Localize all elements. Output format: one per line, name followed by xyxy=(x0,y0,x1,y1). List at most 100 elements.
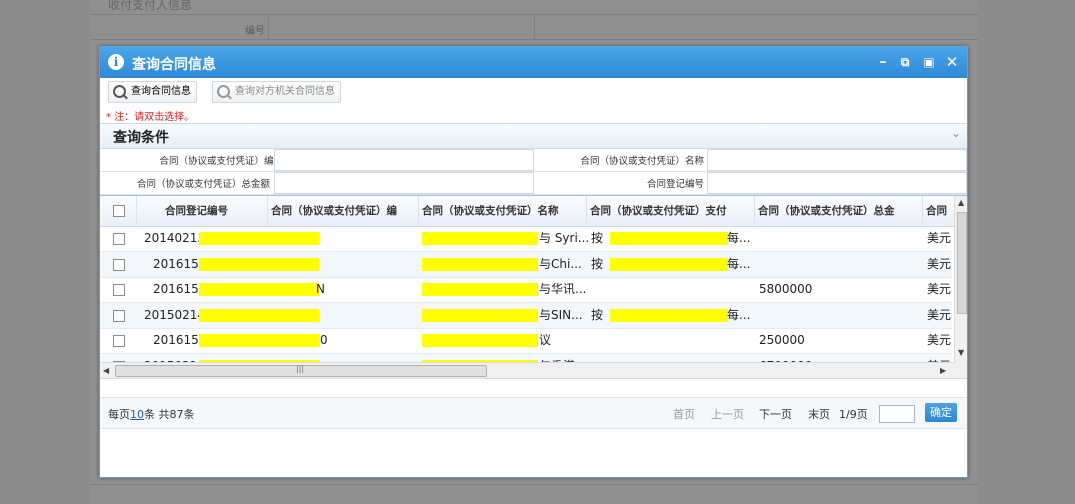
page-size-info: 每页10条 共87条 xyxy=(108,406,195,422)
conditions-header[interactable]: 查询条件 ⌄ xyxy=(100,123,967,149)
contract-no-input[interactable] xyxy=(274,149,534,171)
table-row[interactable]: 2016150 与Chi... 按每... 美元 xyxy=(100,251,952,278)
restore-icon[interactable]: ⧉ xyxy=(896,53,914,71)
payment-tail-cell xyxy=(724,328,756,353)
table-row[interactable]: 20140213 与 Syri... 按每... 美元 xyxy=(100,226,952,252)
vertical-scrollbar[interactable]: ▲ ▼ xyxy=(954,196,967,378)
total-amount-cell xyxy=(756,252,922,277)
redaction-block xyxy=(199,232,319,245)
page-indicator: 1/9页 xyxy=(839,408,868,421)
confirm-button[interactable]: 确定 xyxy=(925,403,957,422)
page-size-link[interactable]: 10 xyxy=(130,408,144,421)
prev-page-button[interactable]: 上一页 xyxy=(711,406,744,422)
table-row[interactable]: 20150214 与SIN... 按每... 美元 xyxy=(100,302,952,329)
total-count: 条 共87条 xyxy=(144,408,195,421)
query-contract-button[interactable]: 查询合同信息 xyxy=(108,81,197,103)
next-page-button[interactable]: 下一页 xyxy=(759,406,792,422)
column-header-payment[interactable]: 合同（协议或支付凭证）支付 xyxy=(587,196,755,226)
select-all-cell xyxy=(100,196,137,226)
background-field-divider xyxy=(268,15,269,39)
maximize-icon[interactable]: ▣ xyxy=(920,53,938,71)
contract-no-cell xyxy=(317,303,357,328)
close-icon[interactable]: ✕ xyxy=(943,53,961,71)
scroll-right-arrow-icon[interactable]: ▶ xyxy=(940,366,946,375)
background-section-title: 收付支付人信息 xyxy=(108,0,193,12)
registration-no-input[interactable] xyxy=(707,172,967,194)
currency-cell: 美元 xyxy=(927,307,952,322)
column-header-registration-no[interactable]: 合同登记编号 xyxy=(137,196,268,226)
redaction-block xyxy=(422,232,538,245)
row-checkbox[interactable] xyxy=(113,309,125,322)
query-counterparty-button[interactable]: 查询对方机关合同信息 xyxy=(212,81,341,103)
row-checkbox[interactable] xyxy=(113,284,125,296)
contract-name-label: 合同（协议或支付凭证）名称 xyxy=(580,156,704,167)
payment-tail-cell xyxy=(724,277,756,302)
contract-name-cell: 议 xyxy=(539,333,552,347)
background-row: 编号 xyxy=(90,15,978,40)
currency-cell: 美元 xyxy=(927,333,952,347)
row-checkbox[interactable] xyxy=(113,233,125,245)
minimize-icon[interactable]: – xyxy=(874,53,892,71)
last-page-button[interactable]: 末页 xyxy=(808,406,830,422)
dialog-title: 查询合同信息 xyxy=(132,57,216,73)
row-checkbox[interactable] xyxy=(113,335,125,347)
row-checkbox[interactable] xyxy=(113,258,125,271)
first-page-button[interactable]: 首页 xyxy=(673,406,695,422)
query-contract-label: 查询合同信息 xyxy=(131,86,191,97)
table-row[interactable]: 2016150 N 与华讯... 5800000 美元 xyxy=(100,277,952,303)
query-counterparty-label: 查询对方机关合同信息 xyxy=(235,86,335,97)
contract-name-cell: 与 Syri... xyxy=(539,231,588,245)
contract-name-cell: 与SIN... xyxy=(539,307,583,322)
condition-row: 合同（协议或支付凭证）编号 合同（协议或支付凭证）名称 xyxy=(100,148,967,172)
vertical-scroll-thumb[interactable] xyxy=(957,212,967,314)
contract-name-cell: 与华讯... xyxy=(539,282,587,296)
column-header-total-amount[interactable]: 合同（协议或支付凭证）总金 xyxy=(755,196,923,226)
condition-row: 合同（协议或支付凭证）总金额 合同登记编号 xyxy=(100,171,967,195)
contract-no-label: 合同（协议或支付凭证）编号 xyxy=(159,156,283,167)
double-click-note: * 注：请双击选择。 xyxy=(106,112,195,123)
column-header-contract-no[interactable]: 合同（协议或支付凭证）编 xyxy=(268,196,419,226)
currency-cell: 美元 xyxy=(927,231,952,245)
contract-name-cell: 与Chi... xyxy=(539,256,582,271)
payment-tail-cell: 每... xyxy=(727,307,751,322)
registration-no-label: 合同登记编号 xyxy=(646,179,704,190)
contract-name-input[interactable] xyxy=(707,149,967,171)
redaction-block xyxy=(610,232,728,245)
redaction-block xyxy=(422,308,538,322)
horizontal-scroll-thumb[interactable]: ||| xyxy=(115,364,487,377)
column-header-contract-name[interactable]: 合同（协议或支付凭证）名称 xyxy=(419,196,587,226)
search-icon xyxy=(113,85,126,98)
payment-cell xyxy=(588,328,613,353)
chevron-down-icon[interactable]: ⌄ xyxy=(951,126,961,140)
contract-no-cell: N xyxy=(316,282,325,296)
background-field-divider xyxy=(534,15,535,39)
total-amount-cell xyxy=(756,226,922,251)
table-row[interactable]: 2016150 0 议 250000 美元 xyxy=(100,328,952,354)
redaction-block xyxy=(422,334,538,347)
redaction-block xyxy=(422,257,538,271)
contract-no-cell xyxy=(317,252,357,277)
payment-cell xyxy=(588,277,613,302)
redaction-block xyxy=(610,257,728,271)
dialog-titlebar[interactable]: i 查询合同信息 – ⧉ ▣ ✕ xyxy=(100,47,967,78)
page-number-input[interactable] xyxy=(879,405,915,423)
contract-no-cell: 0 xyxy=(320,333,328,347)
total-amount-cell xyxy=(756,303,922,328)
scroll-up-arrow-icon[interactable]: ▲ xyxy=(958,198,964,207)
redaction-block xyxy=(610,308,728,322)
redaction-block xyxy=(199,283,319,296)
redaction-block xyxy=(199,334,319,347)
dialog-toolbar: 查询合同信息 查询对方机关合同信息 xyxy=(100,78,967,106)
scroll-down-arrow-icon[interactable]: ▼ xyxy=(958,348,964,357)
query-contract-dialog: i 查询合同信息 – ⧉ ▣ ✕ 查询合同信息 查询对方机关合同信息 * 注：请… xyxy=(99,46,968,478)
scroll-left-arrow-icon[interactable]: ◀ xyxy=(103,366,109,375)
redaction-block xyxy=(199,257,319,271)
contract-amount-input[interactable] xyxy=(274,172,534,194)
select-all-checkbox[interactable] xyxy=(113,205,125,217)
background-field-label: 编号 xyxy=(245,26,265,37)
horizontal-scrollbar[interactable]: ◀ ||| ▶ xyxy=(100,362,955,378)
search-icon xyxy=(217,85,230,98)
total-amount-cell: 5800000 xyxy=(759,282,813,296)
payment-tail-cell: 每... xyxy=(727,231,751,245)
background-row: 收付支付人信息 xyxy=(90,0,978,15)
